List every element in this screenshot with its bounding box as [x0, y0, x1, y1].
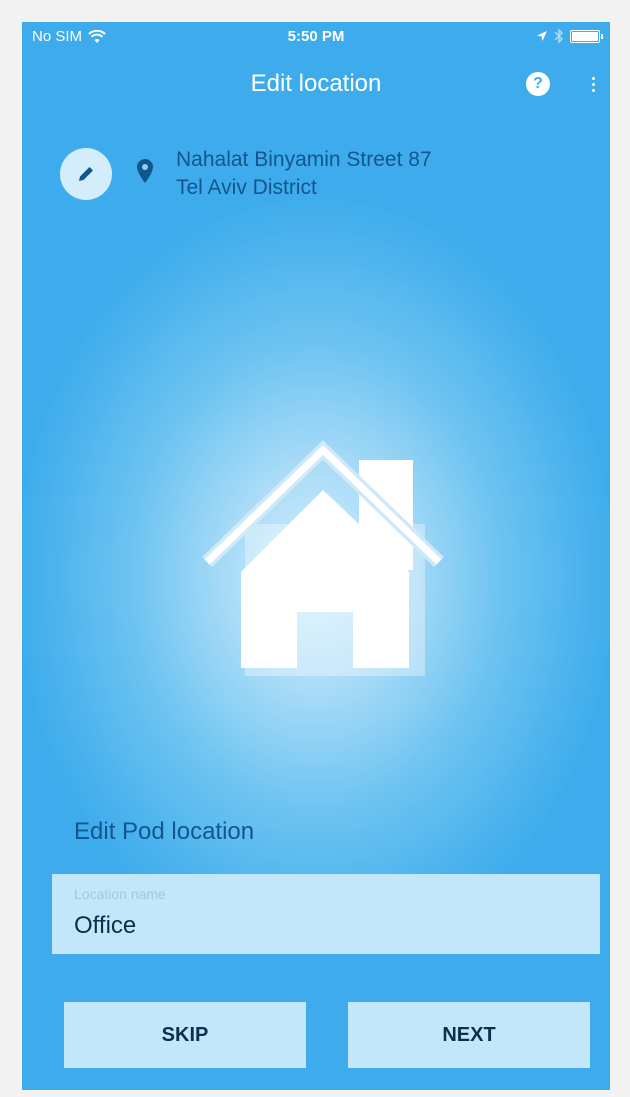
status-time: 5:50 PM [287, 28, 345, 45]
status-bar: No SIM 5:50 PM [22, 22, 610, 52]
help-icon[interactable]: ? [526, 72, 550, 96]
bluetooth-icon [554, 28, 563, 44]
more-vertical-icon[interactable] [588, 72, 598, 96]
address-line-2: Tel Aviv District [176, 176, 317, 199]
edit-address-button[interactable] [60, 148, 112, 200]
location-arrow-icon [537, 31, 547, 41]
house-icon [202, 440, 444, 676]
next-button[interactable]: NEXT [348, 1002, 590, 1068]
app-screen: No SIM 5:50 PM Edit location ? Nahalat B… [22, 22, 610, 1090]
location-name-field[interactable]: Location name [52, 874, 600, 954]
address-text: Nahalat Binyamin Street 87 Tel Aviv Dist… [176, 146, 432, 202]
skip-button[interactable]: SKIP [64, 1002, 306, 1068]
pencil-icon [79, 167, 93, 181]
status-right [536, 28, 603, 44]
map-pin-icon [137, 159, 153, 183]
address-line-1: Nahalat Binyamin Street 87 [176, 148, 432, 171]
location-name-label: Location name [74, 886, 166, 902]
page-title: Edit location [250, 70, 382, 97]
section-label: Edit Pod location [74, 818, 255, 845]
battery-icon [570, 29, 603, 43]
app-header: Edit location ? [22, 58, 610, 108]
location-name-input[interactable] [74, 912, 574, 940]
